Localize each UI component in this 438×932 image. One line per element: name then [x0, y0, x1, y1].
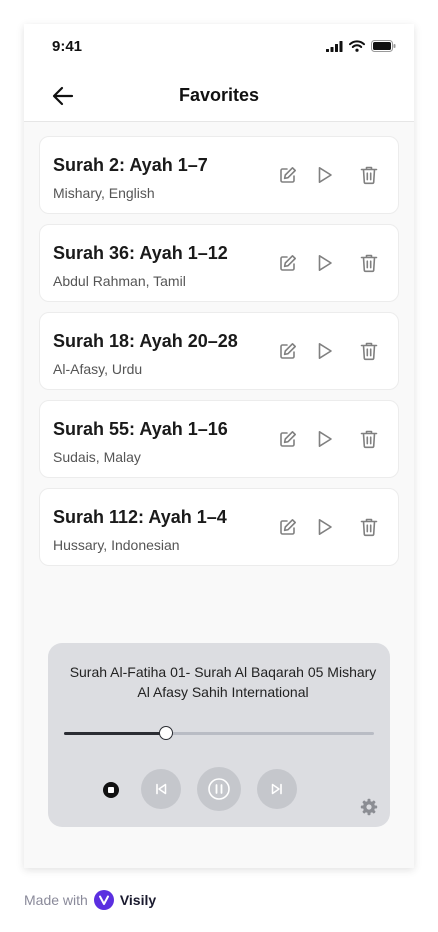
battery-icon — [371, 40, 396, 52]
trash-icon — [360, 342, 378, 361]
favorite-title: Surah 55: Ayah 1–16 — [53, 419, 228, 439]
edit-icon — [280, 255, 296, 271]
favorite-title: Surah 112: Ayah 1–4 — [53, 507, 227, 527]
delete-button[interactable] — [358, 340, 380, 362]
favorite-reciter-language: Hussary, Indonesian — [53, 537, 180, 553]
play-button[interactable] — [314, 516, 336, 538]
now-playing-title: Surah Al-Fatiha 01- Surah Al Baqarah 05 … — [69, 664, 377, 700]
favorite-title: Surah 36: Ayah 1–12 — [53, 243, 228, 263]
favorite-reciter-language: Abdul Rahman, Tamil — [53, 273, 186, 289]
favorite-reciter-language: Al-Afasy, Urdu — [53, 361, 143, 377]
audio-player: Surah Al-Fatiha 01- Surah Al Baqarah 05 … — [48, 643, 390, 827]
favorite-card[interactable]: Surah 18: Ayah 20–28 Al-Afasy, Urdu — [39, 312, 399, 390]
status-icons — [326, 39, 396, 53]
delete-button[interactable] — [358, 516, 380, 538]
play-button[interactable] — [314, 340, 336, 362]
settings-button[interactable] — [359, 797, 379, 817]
favorite-title: Surah 2: Ayah 1–7 — [53, 155, 208, 175]
progress-thumb[interactable] — [159, 726, 174, 740]
play-button[interactable] — [314, 428, 336, 450]
delete-button[interactable] — [358, 164, 380, 186]
status-time: 9:41 — [52, 38, 83, 55]
page-title: Favorites — [178, 85, 260, 105]
favorite-card[interactable]: Surah 2: Ayah 1–7 Mishary, English — [39, 136, 399, 214]
next-button[interactable] — [257, 769, 297, 809]
favorite-reciter-language: Sudais, Malay — [53, 449, 141, 465]
stop-icon — [108, 787, 114, 793]
status-bar: 9:41 — [24, 24, 414, 68]
play-button[interactable] — [314, 252, 336, 274]
edit-icon — [280, 167, 296, 183]
visily-brand-name[interactable]: Visily — [120, 892, 156, 908]
edit-button[interactable] — [277, 164, 299, 186]
edit-button[interactable] — [277, 252, 299, 274]
pause-icon — [208, 778, 230, 800]
skip-previous-icon — [156, 783, 167, 795]
visily-logo-icon — [93, 890, 114, 910]
phone-screen: 9:41 Favorites Surah 2: Ayah 1–7 Mishary… — [24, 24, 414, 868]
made-with-text: Made with — [24, 892, 88, 908]
wifi-icon — [349, 40, 365, 52]
favorite-title: Surah 18: Ayah 20–28 — [53, 331, 238, 351]
signal-icon — [326, 40, 343, 52]
edit-button[interactable] — [277, 428, 299, 450]
edit-button[interactable] — [277, 516, 299, 538]
skip-next-icon — [271, 783, 282, 795]
favorite-card[interactable]: Surah 112: Ayah 1–4 Hussary, Indonesian — [39, 488, 399, 566]
favorite-card[interactable]: Surah 36: Ayah 1–12 Abdul Rahman, Tamil — [39, 224, 399, 302]
gear-icon — [360, 798, 378, 816]
progress-track[interactable] — [64, 726, 374, 740]
edit-button[interactable] — [277, 340, 299, 362]
trash-icon — [360, 254, 378, 273]
play-icon — [318, 431, 332, 447]
trash-icon — [360, 518, 378, 537]
progress-fill — [64, 732, 167, 735]
favorite-reciter-language: Mishary, English — [53, 185, 155, 201]
stop-button[interactable] — [103, 782, 119, 798]
delete-button[interactable] — [358, 252, 380, 274]
trash-icon — [360, 166, 378, 185]
play-icon — [318, 343, 332, 359]
play-icon — [318, 519, 332, 535]
favorite-card[interactable]: Surah 55: Ayah 1–16 Sudais, Malay — [39, 400, 399, 478]
made-with-footer: Made with Visily — [24, 890, 156, 910]
play-icon — [318, 255, 332, 271]
play-button[interactable] — [314, 164, 336, 186]
delete-button[interactable] — [358, 428, 380, 450]
app-header: Favorites — [24, 68, 414, 122]
previous-button[interactable] — [141, 769, 181, 809]
edit-icon — [280, 519, 296, 535]
edit-icon — [280, 343, 296, 359]
play-icon — [318, 167, 332, 183]
trash-icon — [360, 430, 378, 449]
pause-button[interactable] — [197, 767, 241, 811]
edit-icon — [280, 431, 296, 447]
favorites-list: Surah 2: Ayah 1–7 Mishary, English Surah… — [39, 136, 399, 576]
